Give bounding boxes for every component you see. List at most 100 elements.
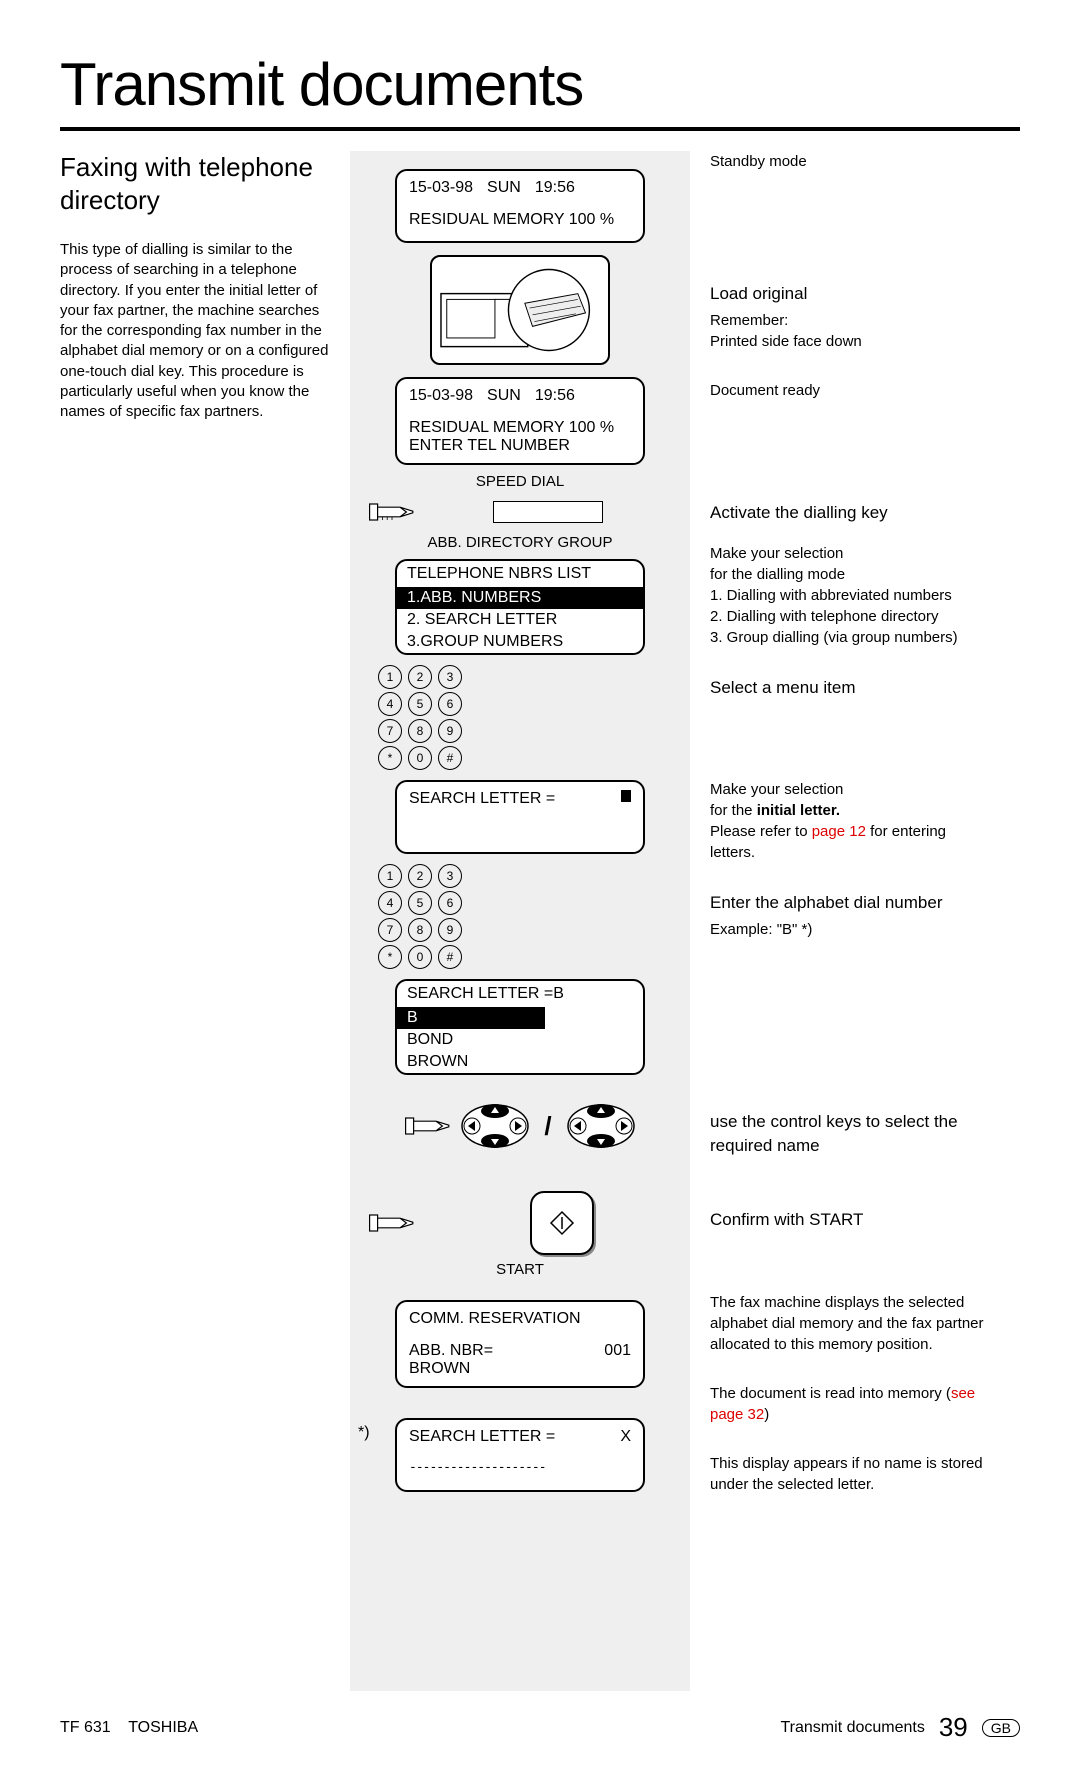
key-hash: # xyxy=(438,746,462,770)
key-5: 5 xyxy=(408,692,432,716)
key-2: 2 xyxy=(408,665,432,689)
title-rule xyxy=(60,127,1020,131)
lcd-date: 15-03-98 xyxy=(409,387,473,405)
text: 3. Group dialling (via group numbers) xyxy=(710,627,990,648)
numeric-keypad: 123 456 789 *0# xyxy=(368,864,488,969)
page-number: 39 xyxy=(939,1712,968,1743)
note-doc-ready: Document ready xyxy=(710,380,990,401)
text: Please refer to page 12 for entering let… xyxy=(710,821,990,863)
right-column: Standby mode Load original Remember: Pri… xyxy=(690,151,990,1691)
search-result-selected: B xyxy=(397,1007,545,1029)
speed-dial-key xyxy=(493,501,603,523)
note-read-memory: The document is read into memory (see pa… xyxy=(710,1383,990,1425)
lcd-dashes: -------------------- xyxy=(409,1460,631,1475)
key-star: * xyxy=(378,746,402,770)
menu-item: 2. SEARCH LETTER xyxy=(397,609,643,631)
heading-confirm-start: Confirm with START xyxy=(710,1208,990,1232)
note-no-name: This display appears if no name is store… xyxy=(710,1453,990,1495)
key-5: 5 xyxy=(408,891,432,915)
lcd-display-5: COMM. RESERVATION ABB. NBR= 001 BROWN xyxy=(395,1300,645,1388)
abb-directory-label: ABB. DIRECTORY GROUP xyxy=(368,534,672,551)
middle-column: 15-03-98 SUN 19:56 RESIDUAL MEMORY 100 % xyxy=(350,151,690,1691)
footer-brand: TOSHIBA xyxy=(128,1719,198,1736)
lcd-time: 19:56 xyxy=(535,387,575,405)
lcd-line3: BROWN xyxy=(409,1360,631,1378)
lcd-line1: COMM. RESERVATION xyxy=(409,1310,631,1328)
text: Example: "B" *) xyxy=(710,919,990,940)
lcd-line1: SEARCH LETTER =B xyxy=(397,981,643,1007)
text: Printed side face down xyxy=(710,331,990,352)
lcd-display-3: SEARCH LETTER = xyxy=(395,780,645,854)
key-hash: # xyxy=(438,945,462,969)
cursor-icon xyxy=(621,790,631,802)
lcd-display-6: SEARCH LETTER = X -------------------- xyxy=(395,1418,645,1492)
key-4: 4 xyxy=(378,692,402,716)
heading-activate-dial: Activate the dialling key xyxy=(710,501,990,525)
lcd-day: SUN xyxy=(487,179,521,197)
key-3: 3 xyxy=(438,665,462,689)
key-8: 8 xyxy=(408,719,432,743)
lcd-time: 19:56 xyxy=(535,179,575,197)
lcd-line2-right: 001 xyxy=(604,1342,631,1360)
lcd-line1-left: SEARCH LETTER = xyxy=(409,1428,555,1446)
key-1: 1 xyxy=(378,864,402,888)
slash-separator: / xyxy=(544,1111,551,1142)
text: Remember: xyxy=(710,310,990,331)
start-label: START xyxy=(368,1261,672,1278)
search-result: BROWN xyxy=(397,1051,643,1073)
footer-model: TF 631 xyxy=(60,1719,111,1736)
lcd-line2-left: ABB. NBR= xyxy=(409,1342,493,1360)
menu-item: 3.GROUP NUMBERS xyxy=(397,631,643,653)
numeric-keypad: 123 456 789 *0# xyxy=(368,665,488,770)
lcd-display-4: SEARCH LETTER =B B BOND BROWN xyxy=(395,979,645,1075)
key-7: 7 xyxy=(378,719,402,743)
heading-enter-alpha: Enter the alphabet dial number xyxy=(710,891,990,915)
note-display-selected: The fax machine displays the selected al… xyxy=(710,1292,990,1355)
key-6: 6 xyxy=(438,692,462,716)
start-button xyxy=(530,1191,594,1255)
text: 2. Dialling with telephone directory xyxy=(710,606,990,627)
load-original-illustration xyxy=(430,255,610,365)
key-3: 3 xyxy=(438,864,462,888)
pointing-hand-icon xyxy=(368,496,416,528)
heading-load-original: Load original xyxy=(710,282,990,306)
section-heading: Faxing with telephone directory xyxy=(60,151,330,216)
page-link: page 12 xyxy=(812,823,866,840)
text: Make your selection xyxy=(710,543,990,564)
menu-header: TELEPHONE NBRS LIST xyxy=(397,561,643,587)
text: 1. Dialling with abbreviated numbers xyxy=(710,585,990,606)
intro-text: This type of dialling is similar to the … xyxy=(60,240,330,422)
text: Make your selection xyxy=(710,779,990,800)
lcd-line3: ENTER TEL NUMBER xyxy=(409,437,631,455)
lcd-date: 15-03-98 xyxy=(409,179,473,197)
key-6: 6 xyxy=(438,891,462,915)
lcd-line1-right: X xyxy=(620,1428,631,1446)
lcd-line2: RESIDUAL MEMORY 100 % xyxy=(409,211,631,229)
key-9: 9 xyxy=(438,918,462,942)
key-0: 0 xyxy=(408,746,432,770)
lcd-day: SUN xyxy=(487,387,521,405)
key-4: 4 xyxy=(378,891,402,915)
key-9: 9 xyxy=(438,719,462,743)
page-title: Transmit documents xyxy=(60,50,1020,119)
key-2: 2 xyxy=(408,864,432,888)
lcd-display-1: 15-03-98 SUN 19:56 RESIDUAL MEMORY 100 % xyxy=(395,169,645,243)
heading-control-keys: use the control keys to select the requi… xyxy=(710,1110,990,1158)
footer-section: Transmit documents xyxy=(781,1719,925,1737)
footnote-mark: *) xyxy=(358,1424,370,1442)
menu-item-selected: 1.ABB. NUMBERS xyxy=(397,587,643,609)
text: for the dialling mode xyxy=(710,564,990,585)
key-0: 0 xyxy=(408,945,432,969)
key-7: 7 xyxy=(378,918,402,942)
lcd-display-2: 15-03-98 SUN 19:56 RESIDUAL MEMORY 100 %… xyxy=(395,377,645,465)
left-column: Faxing with telephone directory This typ… xyxy=(60,151,350,1691)
speed-dial-label: SPEED DIAL xyxy=(368,473,672,490)
key-1: 1 xyxy=(378,665,402,689)
navpad-icon xyxy=(566,1103,636,1149)
pointing-hand-icon xyxy=(368,1207,416,1239)
lcd-line2: RESIDUAL MEMORY 100 % xyxy=(409,419,631,437)
language-badge: GB xyxy=(982,1719,1020,1737)
navpad-icon xyxy=(460,1103,530,1149)
start-diamond-icon xyxy=(549,1210,575,1236)
heading-select-menu: Select a menu item xyxy=(710,676,990,700)
